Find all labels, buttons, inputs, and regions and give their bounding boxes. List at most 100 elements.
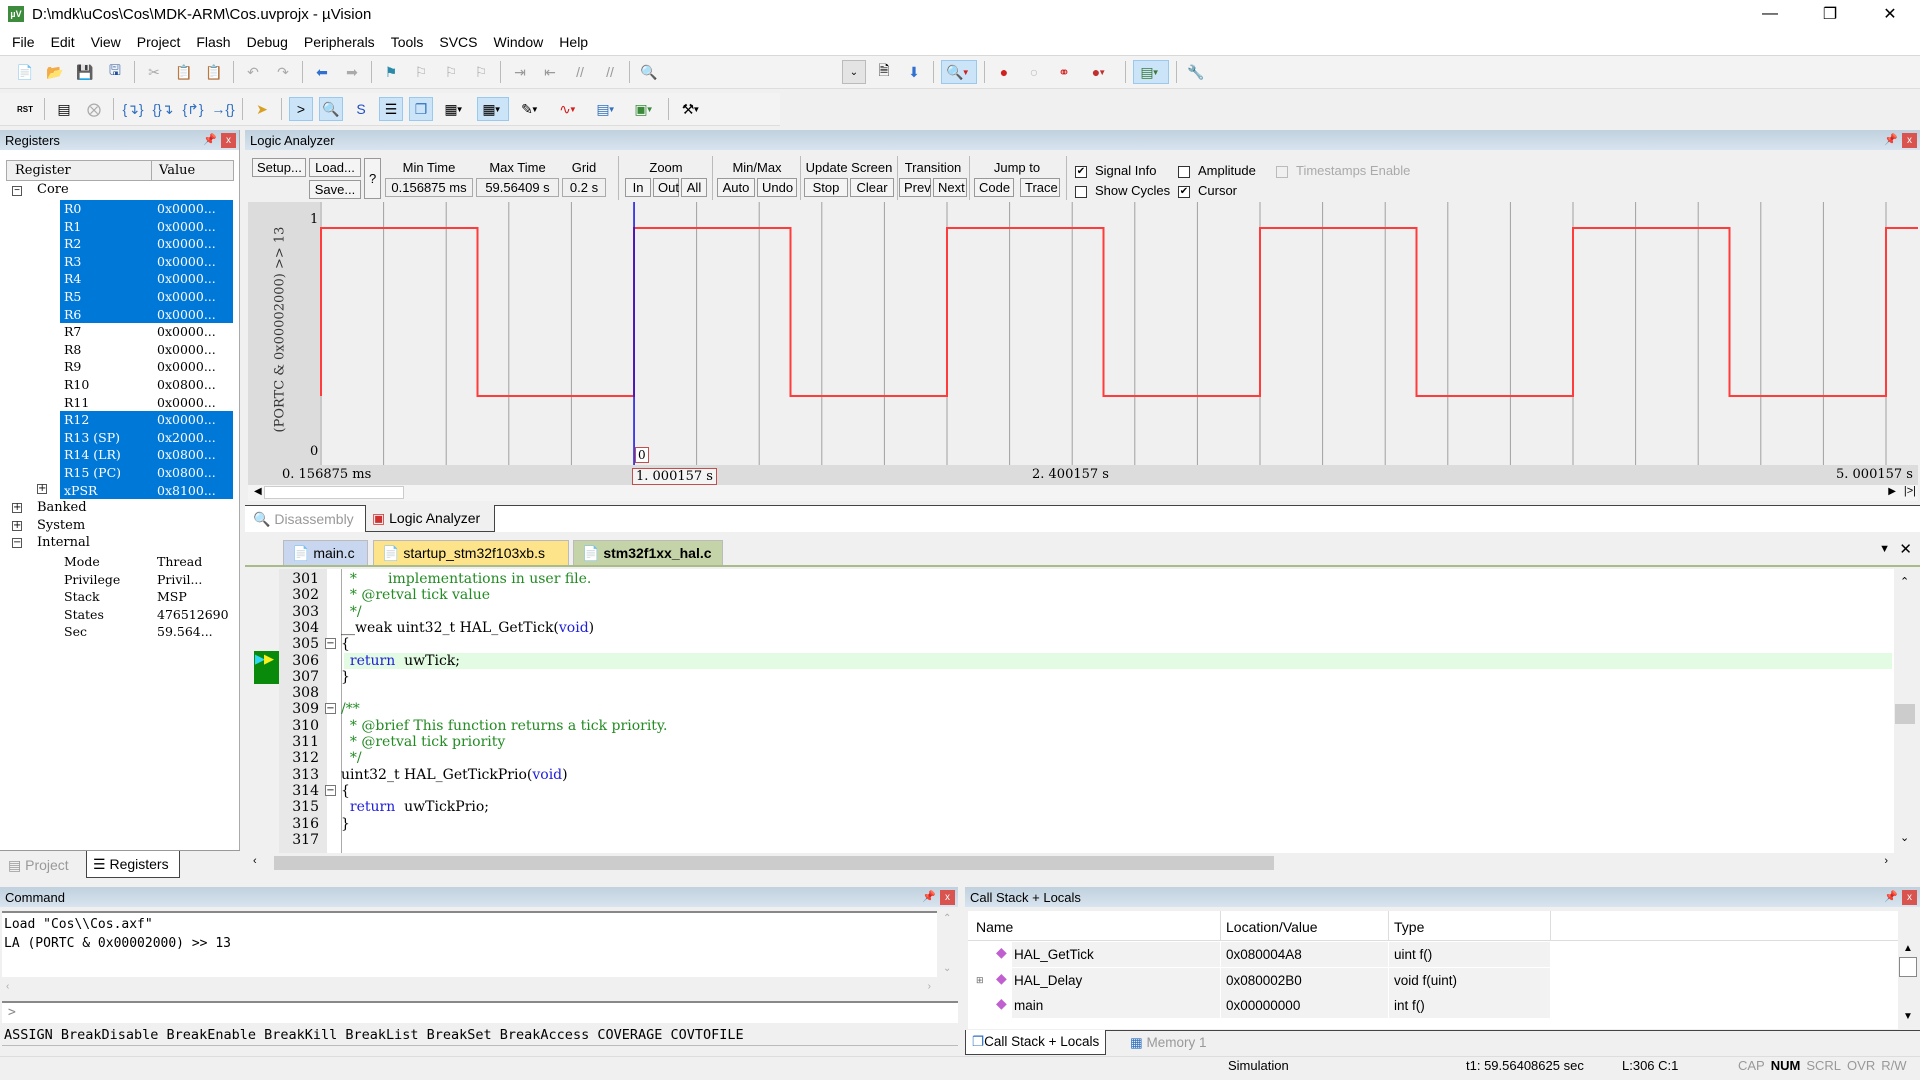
fold-toggle-icon[interactable]: − (325, 703, 336, 715)
prev-transition-button[interactable]: Prev (899, 178, 931, 197)
register-value[interactable]: 0x0800... (157, 446, 216, 464)
close-icon[interactable]: x (221, 133, 236, 148)
code-line[interactable]: 316} (249, 816, 1894, 832)
signal-label-area[interactable]: 1 0 (PORTC & 0x00002000) >> 13 (248, 202, 320, 465)
register-row[interactable]: R8 0x0000... (60, 341, 233, 359)
menu-svcs[interactable]: SVCS (431, 34, 485, 50)
debug-session-icon[interactable]: 🔍 ▼ (941, 60, 977, 84)
code-line[interactable]: 314 { (249, 783, 1894, 799)
core-group[interactable]: Core (37, 182, 69, 197)
register-row[interactable]: R7 0x0000... (60, 323, 233, 341)
register-row[interactable]: R1 0x0000... (60, 217, 233, 236)
menu-flash[interactable]: Flash (188, 34, 238, 50)
close-icon[interactable]: x (1902, 133, 1917, 148)
menu-view[interactable]: View (83, 34, 129, 50)
code-line[interactable]: 305 { (249, 636, 1894, 652)
jump-code-button[interactable]: Code (974, 178, 1014, 197)
find-dropdown[interactable]: ⌄ (842, 60, 866, 84)
register-value[interactable]: 0x2000... (157, 429, 216, 447)
column-register[interactable]: Register (15, 163, 71, 178)
indent-icon[interactable]: ⇥ (508, 60, 532, 84)
auto-button[interactable]: Auto (717, 178, 755, 197)
uncomment-icon[interactable]: // (598, 60, 622, 84)
tab-disassembly[interactable]: 🔍 Disassembly (253, 511, 354, 528)
register-value[interactable]: 0x0000... (157, 323, 216, 341)
close-icon[interactable]: x (1902, 890, 1917, 905)
register-group-banked[interactable]: Banked (37, 500, 87, 515)
code-line[interactable]: 308 (249, 685, 1894, 701)
enable-breakpoint-icon[interactable]: ○ (1022, 60, 1046, 84)
load-button[interactable]: Load... (309, 158, 361, 177)
new-file-icon[interactable]: 📄 (13, 60, 37, 84)
tab-registers[interactable]: ☰ Registers (86, 851, 180, 878)
kill-all-breakpoints-icon[interactable]: ● ▼ (1082, 60, 1118, 84)
next-bookmark-icon[interactable]: ⚐ (439, 60, 463, 84)
register-row[interactable]: R12 0x0000... (60, 411, 233, 429)
register-row[interactable]: R6 0x0000... (60, 305, 233, 324)
zoom-out-button[interactable]: Out (653, 178, 679, 197)
cut-icon[interactable]: ✂ (142, 60, 166, 84)
navigate-forward-icon[interactable]: ➡ (340, 60, 364, 84)
menu-tools[interactable]: Tools (383, 34, 432, 50)
code-line[interactable]: 304 __weak uint32_t HAL_GetTick(void) (249, 620, 1894, 636)
step-over-icon[interactable]: {}↴ (151, 97, 175, 121)
command-input[interactable]: > (2, 1001, 958, 1023)
internal-row[interactable]: States 476512690 (60, 606, 233, 624)
amplitude-checkbox[interactable]: Amplitude (1178, 163, 1256, 178)
disassembly-window-icon[interactable]: 🔍 (319, 97, 343, 121)
code-line[interactable]: 311 * @retval tick priority (249, 734, 1894, 750)
copy-icon[interactable]: 📋 (172, 60, 196, 84)
tab-project[interactable]: ▤ Project (8, 857, 69, 874)
minimize-button[interactable]: — (1740, 0, 1800, 28)
help-button[interactable]: ? (364, 158, 381, 199)
find-icon[interactable]: 🗎 (872, 60, 896, 84)
callstack-row[interactable]: ◆ main 0x00000000 int f() (968, 993, 1551, 1018)
cursor-checkbox[interactable]: ✔ Cursor (1178, 183, 1237, 198)
zoom-in-button[interactable]: In (625, 178, 651, 197)
analysis-windows-icon[interactable]: ∿ ▼ (553, 97, 585, 121)
register-value[interactable]: 0x0000... (157, 270, 216, 288)
register-group-system[interactable]: System (37, 518, 85, 533)
code-line[interactable]: 309 /** (249, 701, 1894, 717)
register-row[interactable]: R5 0x0000... (60, 288, 233, 306)
register-value[interactable]: 0x0000... (157, 306, 216, 324)
editor-tab[interactable]: 📄 startup_stm32f103xb.s (373, 540, 569, 565)
internal-row[interactable]: Privilege Privil... (60, 571, 233, 589)
configure-icon[interactable]: 🔧 (1184, 60, 1208, 84)
callstack-scrollbar[interactable]: ▲ ▼ (1898, 941, 1918, 1027)
paste-icon[interactable]: 📋 (202, 60, 226, 84)
register-row[interactable]: R13 (SP) 0x2000... (60, 428, 233, 447)
register-row[interactable]: R4 0x0000... (60, 270, 233, 288)
menu-project[interactable]: Project (129, 34, 189, 50)
expand-xpsr-icon[interactable]: + (37, 483, 47, 494)
prev-bookmark-icon[interactable]: ⚐ (409, 60, 433, 84)
code-line[interactable]: 302 * @retval tick value (249, 587, 1894, 603)
command-horizontal-scrollbar[interactable]: ‹ › (2, 977, 937, 997)
callstack-row[interactable]: ◆ HAL_GetTick 0x080004A8 uint f() (968, 942, 1551, 967)
register-value[interactable]: 0x0800... (157, 464, 216, 482)
clear-button[interactable]: Clear (850, 178, 894, 197)
menu-edit[interactable]: Edit (43, 34, 83, 50)
code-line[interactable]: 303 */ (249, 604, 1894, 620)
column-value[interactable]: Value (159, 163, 195, 178)
jump-trace-button[interactable]: Trace (1020, 178, 1060, 197)
code-line[interactable]: 312 */ (249, 750, 1894, 766)
code-line[interactable]: 317 (249, 832, 1894, 848)
code-editor[interactable]: ▶ ▶ 301 * implementations in user file. 30… (249, 569, 1894, 853)
register-row[interactable]: R0 0x0000... (60, 200, 233, 218)
register-row[interactable]: R14 (LR) 0x0800... (60, 446, 233, 464)
scroll-thumb[interactable] (274, 856, 1274, 870)
symbols-window-icon[interactable]: S (349, 97, 373, 121)
incremental-find-icon[interactable]: ⬇ (902, 60, 926, 84)
menu-debug[interactable]: Debug (239, 34, 296, 50)
find-in-files-icon[interactable]: 🔍 (637, 60, 661, 84)
run-icon[interactable]: ▤ (52, 97, 76, 121)
pin-icon[interactable]: 📌 (922, 890, 936, 903)
tab-memory-1[interactable]: ▦ Memory 1 (1130, 1035, 1207, 1051)
save-all-icon[interactable]: 🖫 (103, 60, 127, 84)
column-location[interactable]: Location/Value (1226, 919, 1318, 935)
menu-window[interactable]: Window (486, 34, 552, 50)
system-viewer-icon[interactable]: ▣ ▼ (629, 97, 661, 121)
code-line[interactable]: 315 return uwTickPrio; (249, 799, 1894, 815)
zoom-all-button[interactable]: All (681, 178, 707, 197)
